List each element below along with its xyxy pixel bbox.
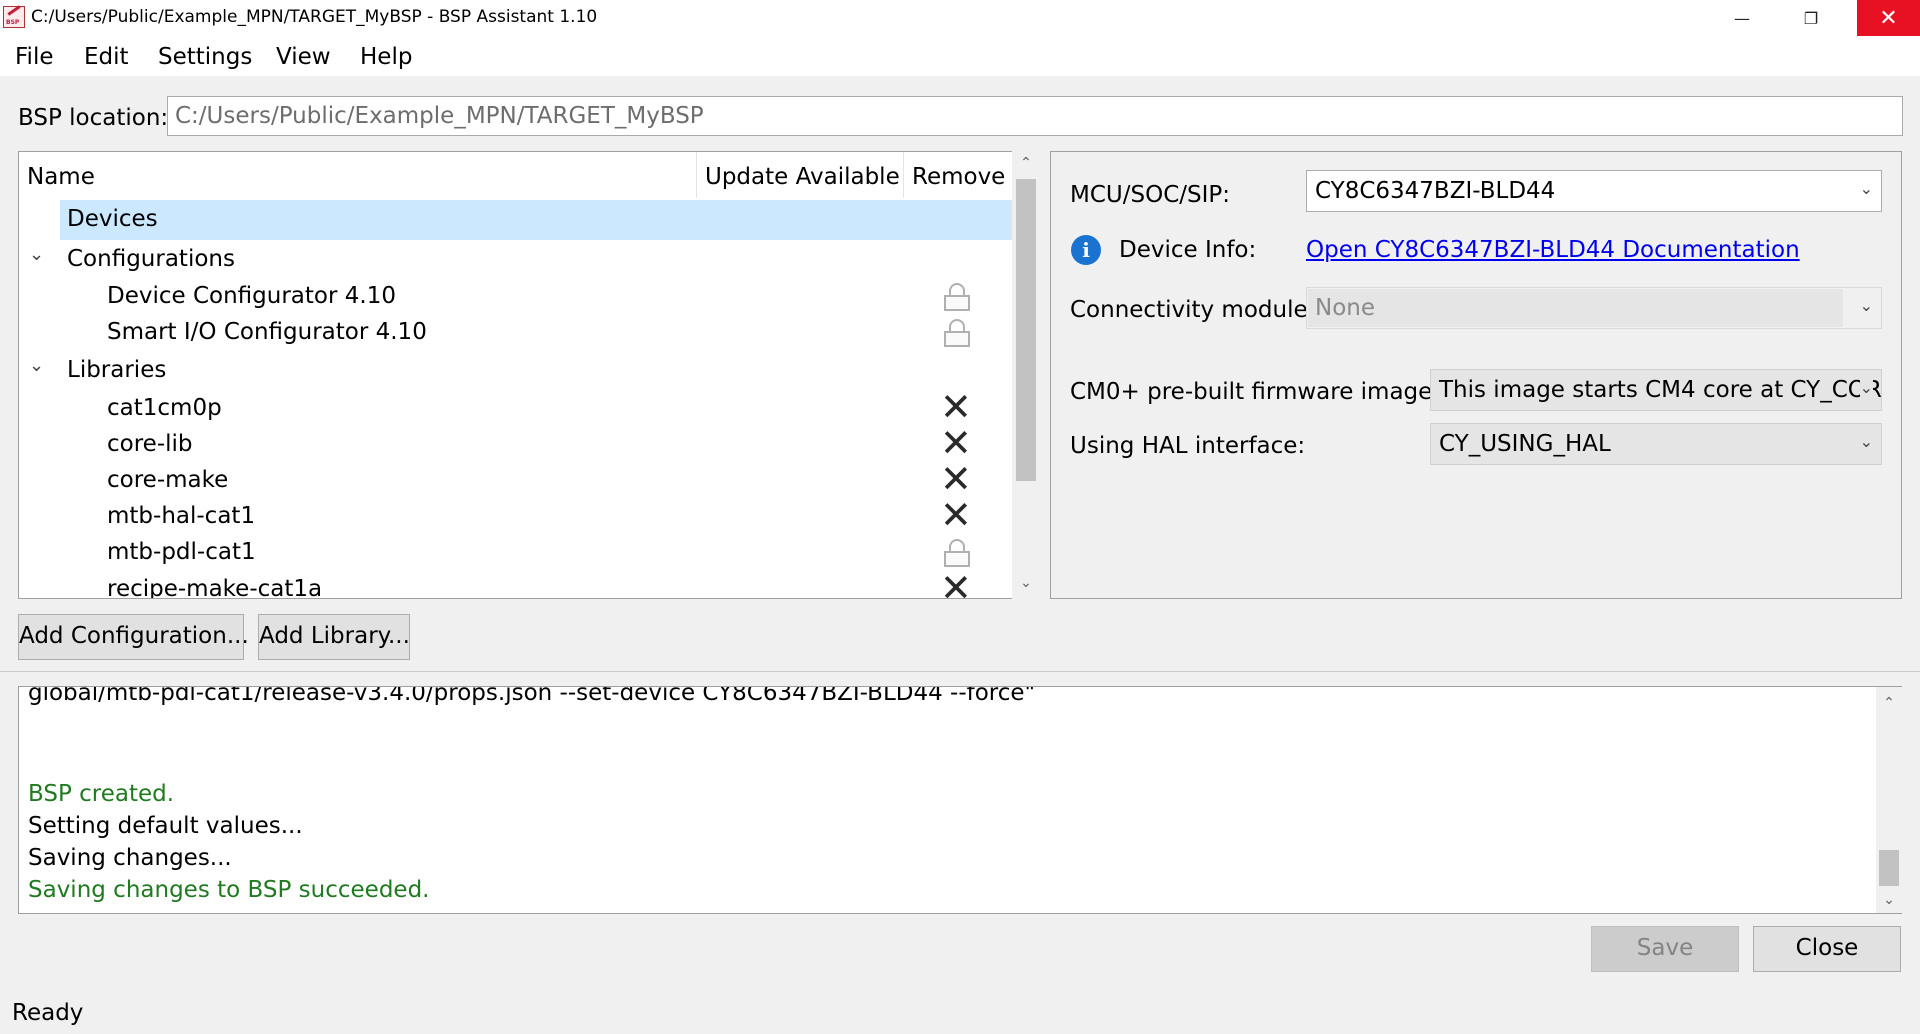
remove-x-icon[interactable]: ✕ [940, 424, 972, 462]
chevron-down-icon: ⌄ [1859, 296, 1873, 315]
hal-interface-label: Using HAL interface: [1070, 433, 1306, 459]
menu-bar: File Edit Settings View Help [0, 36, 1920, 76]
log-line: BSP created. [28, 781, 175, 807]
chevron-down-icon[interactable]: ⌄ [29, 244, 44, 265]
add-configuration-button[interactable]: Add Configuration... [18, 614, 249, 660]
tree-item-cat1cm0p[interactable]: cat1cm0p ✕ [19, 388, 1021, 426]
mcu-label: MCU/SOC/SIP: [1070, 182, 1231, 208]
bsp-location-input[interactable] [167, 96, 1903, 136]
tree-item-label: Smart I/O Configurator 4.10 [107, 319, 427, 345]
tree-item-label: Libraries [67, 357, 167, 383]
tree-item-configurations[interactable]: ⌄ Configurations [19, 240, 1021, 276]
mcu-value: CY8C6347BZI-BLD44 [1315, 178, 1556, 204]
tree-item-label: Configurations [67, 246, 235, 272]
lock-icon [944, 283, 970, 311]
cm0-firmware-value: This image starts CM4 core at CY_COR [1439, 377, 1882, 403]
scrollbar-thumb[interactable] [1016, 179, 1036, 481]
cm0-firmware-label: CM0+ pre-built firmware image: [1070, 379, 1441, 405]
panel-splitter[interactable] [0, 671, 1920, 672]
hal-interface-value: CY_USING_HAL [1439, 431, 1611, 457]
tree-item-core-make[interactable]: core-make ✕ [19, 460, 1021, 498]
remove-x-icon[interactable]: ✕ [940, 569, 972, 598]
tree-item-recipe-make-cat1a[interactable]: recipe-make-cat1a ✕ [19, 569, 1021, 599]
tree-item-label: core-make [107, 467, 229, 493]
tree-item-label: Devices [67, 206, 158, 232]
device-properties-panel: MCU/SOC/SIP: CY8C6347BZI-BLD44 ⌄ i Devic… [1050, 151, 1902, 599]
minimize-button[interactable]: — [1719, 0, 1765, 36]
log-scrollbar[interactable]: ⌃ ⌄ [1876, 687, 1902, 913]
tree-scrollbar[interactable]: ⌃ ⌄ [1012, 151, 1040, 599]
log-line: Setting default values... [28, 813, 303, 839]
connectivity-module-value: None [1315, 295, 1376, 321]
restore-button[interactable]: ❐ [1788, 0, 1834, 36]
save-button[interactable]: Save [1591, 926, 1739, 972]
mcu-dropdown[interactable]: CY8C6347BZI-BLD44 ⌄ [1306, 170, 1882, 212]
tree-item-label: core-lib [107, 431, 193, 457]
bsp-location-label: BSP location: [18, 105, 169, 131]
cm0-firmware-dropdown[interactable]: This image starts CM4 core at CY_COR ⌄ [1430, 369, 1882, 411]
remove-x-icon[interactable]: ✕ [940, 388, 972, 426]
menu-view[interactable]: View [276, 44, 331, 70]
scrollbar-thumb[interactable] [1879, 850, 1899, 886]
tree-item-label: Device Configurator 4.10 [107, 283, 396, 309]
log-line: global/mtb-pdl-cat1/release-v3.4.0/props… [28, 686, 1036, 706]
add-library-button[interactable]: Add Library... [258, 614, 410, 660]
connectivity-module-label: Connectivity module: [1070, 297, 1316, 323]
tree-item-libraries[interactable]: ⌄ Libraries [19, 351, 1021, 387]
connectivity-module-dropdown[interactable]: None ⌄ [1306, 287, 1882, 329]
scroll-up-icon[interactable]: ⌃ [1876, 695, 1902, 711]
menu-edit[interactable]: Edit [84, 44, 129, 70]
tree-item-core-lib[interactable]: core-lib ✕ [19, 424, 1021, 462]
title-bar: BSP C:/Users/Public/Example_MPN/TARGET_M… [0, 0, 1920, 36]
menu-file[interactable]: File [15, 44, 54, 70]
lock-icon [944, 539, 970, 567]
column-header-update-available[interactable]: Update Available [697, 152, 904, 198]
bsp-app-icon: BSP [3, 5, 25, 28]
tree-item-device-configurator[interactable]: Device Configurator 4.10 [19, 277, 1021, 313]
tree-item-devices[interactable]: Devices [19, 200, 1039, 240]
menu-settings[interactable]: Settings [158, 44, 252, 70]
column-header-name[interactable]: Name [19, 152, 697, 198]
device-documentation-link[interactable]: Open CY8C6347BZI-BLD44 Documentation [1306, 237, 1800, 263]
selection-highlight [60, 200, 1039, 240]
device-info-label: Device Info: [1119, 237, 1257, 263]
scroll-down-icon[interactable]: ⌄ [1012, 575, 1040, 591]
info-icon: i [1071, 235, 1101, 265]
menu-help[interactable]: Help [360, 44, 412, 70]
hal-interface-dropdown[interactable]: CY_USING_HAL ⌄ [1430, 423, 1882, 465]
window-title: C:/Users/Public/Example_MPN/TARGET_MyBSP… [31, 7, 598, 27]
chevron-down-icon[interactable]: ⌄ [29, 355, 44, 376]
tree-item-mtb-hal-cat1[interactable]: mtb-hal-cat1 ✕ [19, 496, 1021, 534]
scroll-up-icon[interactable]: ⌃ [1012, 155, 1040, 171]
log-output: global/mtb-pdl-cat1/release-v3.4.0/props… [18, 686, 1902, 914]
chevron-down-icon: ⌄ [1859, 179, 1873, 198]
log-line: Saving changes to BSP succeeded. [28, 877, 430, 903]
tree-item-label: mtb-pdl-cat1 [107, 539, 256, 565]
column-header-remove[interactable]: Remove [904, 152, 1024, 198]
log-line: Saving changes... [28, 845, 232, 871]
tree-item-label: mtb-hal-cat1 [107, 503, 256, 529]
status-text: Ready [12, 1000, 84, 1026]
tree-item-smart-io-configurator[interactable]: Smart I/O Configurator 4.10 [19, 313, 1021, 349]
remove-x-icon[interactable]: ✕ [940, 496, 972, 534]
scroll-down-icon[interactable]: ⌄ [1876, 892, 1902, 908]
bsp-tree: Name Update Available Remove Devices ⌄ C… [18, 151, 1040, 599]
close-window-button[interactable]: ✕ [1857, 0, 1920, 36]
chevron-down-icon: ⌄ [1859, 378, 1873, 397]
tree-item-mtb-pdl-cat1[interactable]: mtb-pdl-cat1 [19, 533, 1021, 569]
remove-x-icon[interactable]: ✕ [940, 460, 972, 498]
chevron-down-icon: ⌄ [1859, 432, 1873, 451]
close-button[interactable]: Close [1753, 926, 1901, 972]
lock-icon [944, 319, 970, 347]
tree-item-label: recipe-make-cat1a [107, 576, 323, 599]
tree-item-label: cat1cm0p [107, 395, 222, 421]
